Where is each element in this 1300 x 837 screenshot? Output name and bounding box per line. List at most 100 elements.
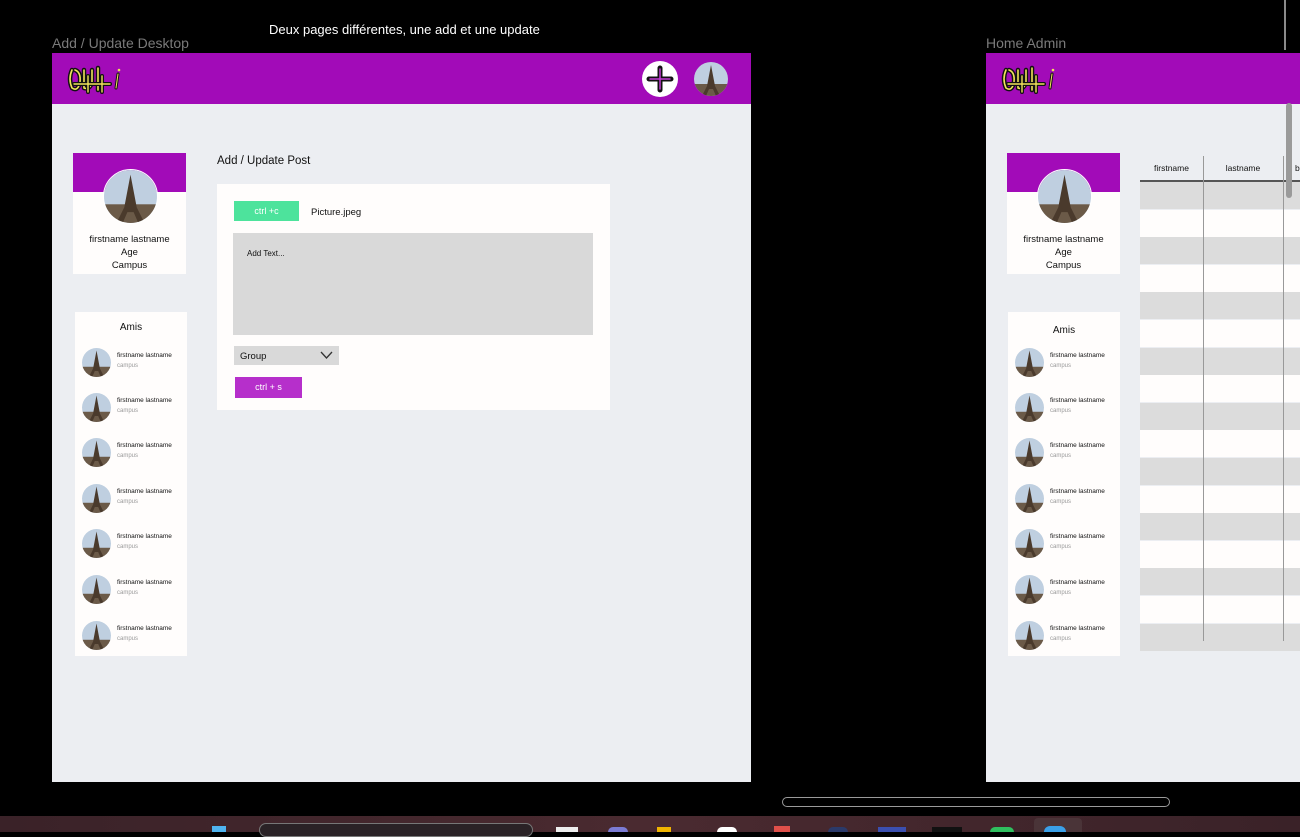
taskbar-search[interactable]	[259, 823, 533, 837]
profile-campus: Campus	[1045, 260, 1082, 271]
taskbar-app-icon[interactable]	[608, 827, 628, 832]
post-form: ctrl +c Picture.jpeg Add Text... Group c…	[217, 184, 610, 410]
friend-campus: campus	[117, 544, 139, 550]
table-row[interactable]	[1140, 292, 1300, 320]
friend-name: firstname lastname	[117, 397, 172, 404]
profile-name: firstname lastname	[89, 234, 170, 245]
friend-list-item[interactable]: firstname lastname campus	[75, 527, 187, 561]
friend-list-item[interactable]: firstname lastname campus	[1008, 346, 1120, 380]
table-row[interactable]	[1140, 209, 1300, 237]
logo-icon[interactable]	[1000, 62, 1060, 96]
friend-avatar	[82, 529, 111, 558]
taskbar-app-icon[interactable]	[717, 827, 737, 832]
vertical-scrollbar[interactable]	[1286, 103, 1292, 198]
friend-avatar	[1015, 484, 1044, 513]
friend-list-item[interactable]: firstname lastname campus	[75, 346, 187, 380]
friend-name: firstname lastname	[1050, 397, 1105, 404]
friend-name: firstname lastname	[117, 442, 172, 449]
table-column-divider	[1203, 156, 1204, 641]
profile-avatar	[1037, 169, 1092, 224]
post-text-input[interactable]: Add Text...	[233, 233, 593, 335]
taskbar-app-icon[interactable]	[556, 827, 578, 832]
eiffel-avatar-icon	[1015, 438, 1044, 467]
group-select-value: Group	[240, 351, 267, 362]
chevron-down-icon	[320, 351, 333, 359]
frame-label-home-admin[interactable]: Home Admin	[986, 35, 1066, 51]
friend-name: firstname lastname	[1050, 625, 1105, 632]
friend-campus: campus	[117, 499, 139, 505]
frame-home-admin: firstname lastname Age Campus Amis first…	[986, 53, 1300, 782]
group-select[interactable]: Group	[234, 346, 339, 365]
windows-start-icon[interactable]	[212, 826, 226, 832]
eiffel-avatar-icon	[82, 575, 111, 604]
friend-name: firstname lastname	[1050, 488, 1105, 495]
table-row[interactable]	[1140, 623, 1300, 651]
table-row[interactable]	[1140, 347, 1300, 375]
table-row[interactable]	[1140, 264, 1300, 292]
friend-campus: campus	[117, 408, 139, 414]
app-header	[986, 53, 1300, 104]
table-row[interactable]	[1140, 596, 1300, 623]
column-header-firstname[interactable]: firstname	[1140, 156, 1203, 180]
friend-campus: campus	[1050, 544, 1072, 550]
eiffel-avatar-icon	[82, 393, 111, 422]
friend-name: firstname lastname	[1050, 442, 1105, 449]
taskbar-app-icon[interactable]	[774, 826, 790, 832]
save-button[interactable]: ctrl + s	[235, 377, 302, 398]
table-row[interactable]	[1140, 458, 1300, 485]
table-row[interactable]	[1140, 513, 1300, 541]
eiffel-avatar-icon	[82, 438, 111, 467]
table-row[interactable]	[1140, 485, 1300, 513]
eiffel-avatar-icon	[82, 621, 111, 650]
frame-label-add-update[interactable]: Add / Update Desktop	[52, 35, 189, 51]
friend-name: firstname lastname	[117, 625, 172, 632]
taskbar-app-icon[interactable]	[990, 827, 1014, 832]
user-avatar[interactable]	[694, 62, 728, 96]
profile-age: Age	[1055, 247, 1072, 258]
friend-list-item[interactable]: firstname lastname campus	[75, 619, 187, 653]
friend-avatar	[82, 621, 111, 650]
table-row[interactable]	[1140, 182, 1300, 209]
taskbar-app-icon[interactable]	[878, 827, 906, 832]
horizontal-scrollbar[interactable]	[782, 797, 1170, 807]
friend-name: firstname lastname	[117, 533, 172, 540]
friend-list-item[interactable]: firstname lastname campus	[75, 573, 187, 607]
friend-list-item[interactable]: firstname lastname campus	[1008, 391, 1120, 425]
table-row[interactable]	[1140, 375, 1300, 403]
friend-list-item[interactable]: firstname lastname campus	[75, 482, 187, 516]
friend-avatar	[1015, 575, 1044, 604]
column-header-lastname[interactable]: lastname	[1203, 156, 1283, 180]
table-row[interactable]	[1140, 430, 1300, 458]
eiffel-avatar-icon	[82, 348, 111, 377]
table-row[interactable]	[1140, 402, 1300, 430]
table-row[interactable]	[1140, 568, 1300, 596]
friend-avatar	[82, 348, 111, 377]
taskbar-app-icon[interactable]	[932, 827, 962, 832]
friend-list-item[interactable]: firstname lastname campus	[75, 391, 187, 425]
friend-campus: campus	[1050, 636, 1072, 642]
logo-icon[interactable]	[66, 62, 126, 96]
friend-avatar	[82, 575, 111, 604]
table-row[interactable]	[1140, 320, 1300, 347]
friend-list-item[interactable]: firstname lastname campus	[1008, 436, 1120, 470]
add-post-button[interactable]	[642, 61, 678, 97]
taskbar-app-icon[interactable]	[828, 827, 848, 832]
eiffel-avatar-icon	[1015, 348, 1044, 377]
friend-list-item[interactable]: firstname lastname campus	[75, 436, 187, 470]
friend-list-item[interactable]: firstname lastname campus	[1008, 482, 1120, 516]
eiffel-avatar-icon	[1015, 484, 1044, 513]
friend-avatar	[82, 484, 111, 513]
friend-campus: campus	[1050, 499, 1072, 505]
paste-button[interactable]: ctrl +c	[234, 201, 299, 221]
taskbar-app-icon[interactable]	[657, 827, 671, 832]
friend-list-item[interactable]: firstname lastname campus	[1008, 573, 1120, 607]
taskbar-active-app[interactable]	[1034, 818, 1082, 832]
friend-campus: campus	[1050, 453, 1072, 459]
table-row[interactable]	[1140, 237, 1300, 265]
friend-list-item[interactable]: firstname lastname campus	[1008, 619, 1120, 653]
friend-name: firstname lastname	[1050, 533, 1105, 540]
friend-list-item[interactable]: firstname lastname campus	[1008, 527, 1120, 561]
os-taskbar	[0, 816, 1300, 837]
table-row[interactable]	[1140, 540, 1300, 568]
friends-title: Amis	[119, 322, 143, 333]
